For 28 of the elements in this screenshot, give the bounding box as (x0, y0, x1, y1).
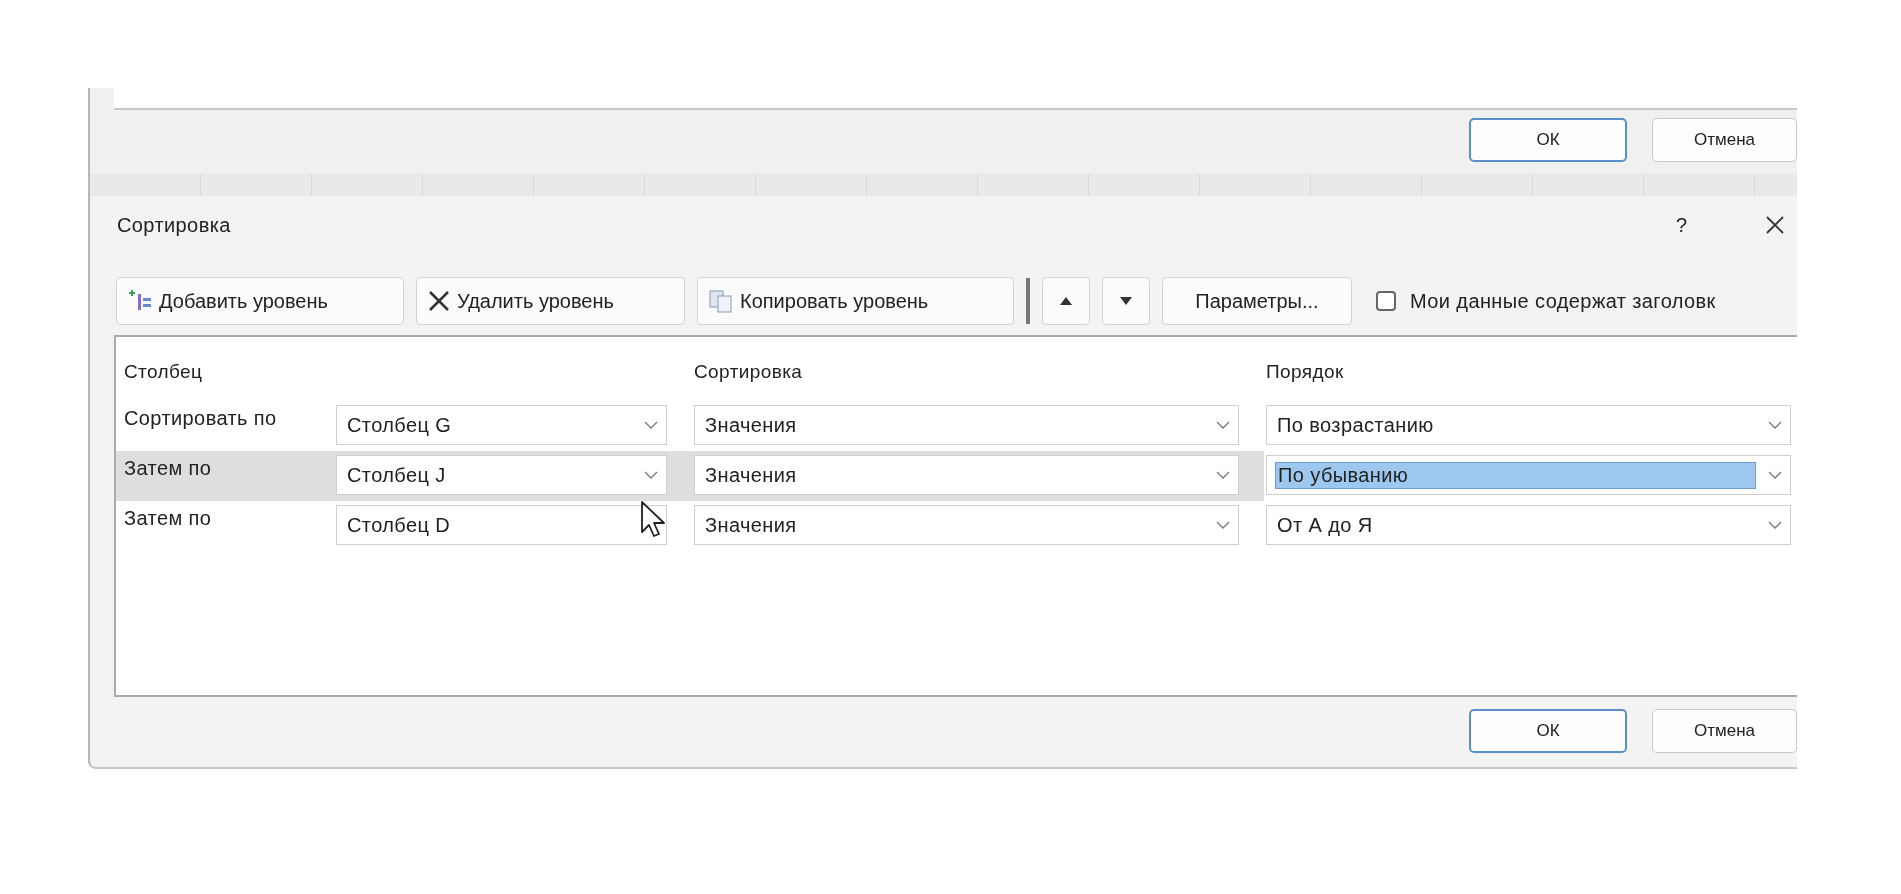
column-header: Порядок (1266, 361, 1345, 384)
ok-button[interactable]: ОК (1469, 118, 1627, 162)
delete-level-button[interactable]: Удалить уровень (416, 277, 685, 325)
options-button[interactable]: Параметры... (1162, 277, 1352, 325)
level-row[interactable]: Сортировать по Столбец G Значения По возрастанию (116, 401, 1797, 451)
row-label: Сортировать по (124, 406, 278, 431)
cancel-button[interactable]: Отмена (1652, 118, 1797, 162)
ok-button[interactable]: ОК (1469, 709, 1627, 753)
sort-on-dropdown[interactable]: Значения (694, 455, 1239, 495)
row-label: Затем по (124, 456, 213, 481)
column-header: Столбец (124, 361, 204, 384)
help-button[interactable]: ? (1675, 201, 1687, 249)
add-level-button[interactable]: Добавить уровень (116, 277, 404, 325)
copy-level-button[interactable]: Копировать уровень (697, 277, 1014, 325)
checkbox-label: Мои данные содержат заголовк (1410, 289, 1716, 313)
level-row[interactable]: Затем по Столбец D Значения От А до Я (116, 501, 1797, 551)
sort-on-dropdown[interactable]: Значения (694, 505, 1239, 545)
order-dropdown[interactable]: По убыванию (1266, 455, 1791, 495)
row-label: Затем по (124, 506, 213, 531)
column-dropdown[interactable]: Столбец D (336, 505, 667, 545)
column-dropdown[interactable]: Столбец J (336, 455, 667, 495)
order-dropdown[interactable]: По возрастанию (1266, 405, 1791, 445)
cancel-button[interactable]: Отмена (1652, 709, 1797, 753)
column-dropdown[interactable]: Столбец G (336, 405, 667, 445)
column-header: Сортировка (694, 361, 804, 384)
sort-on-dropdown[interactable]: Значения (694, 405, 1239, 445)
order-dropdown[interactable]: От А до Я (1266, 505, 1791, 545)
dialog-title: Сортировка (117, 213, 232, 237)
